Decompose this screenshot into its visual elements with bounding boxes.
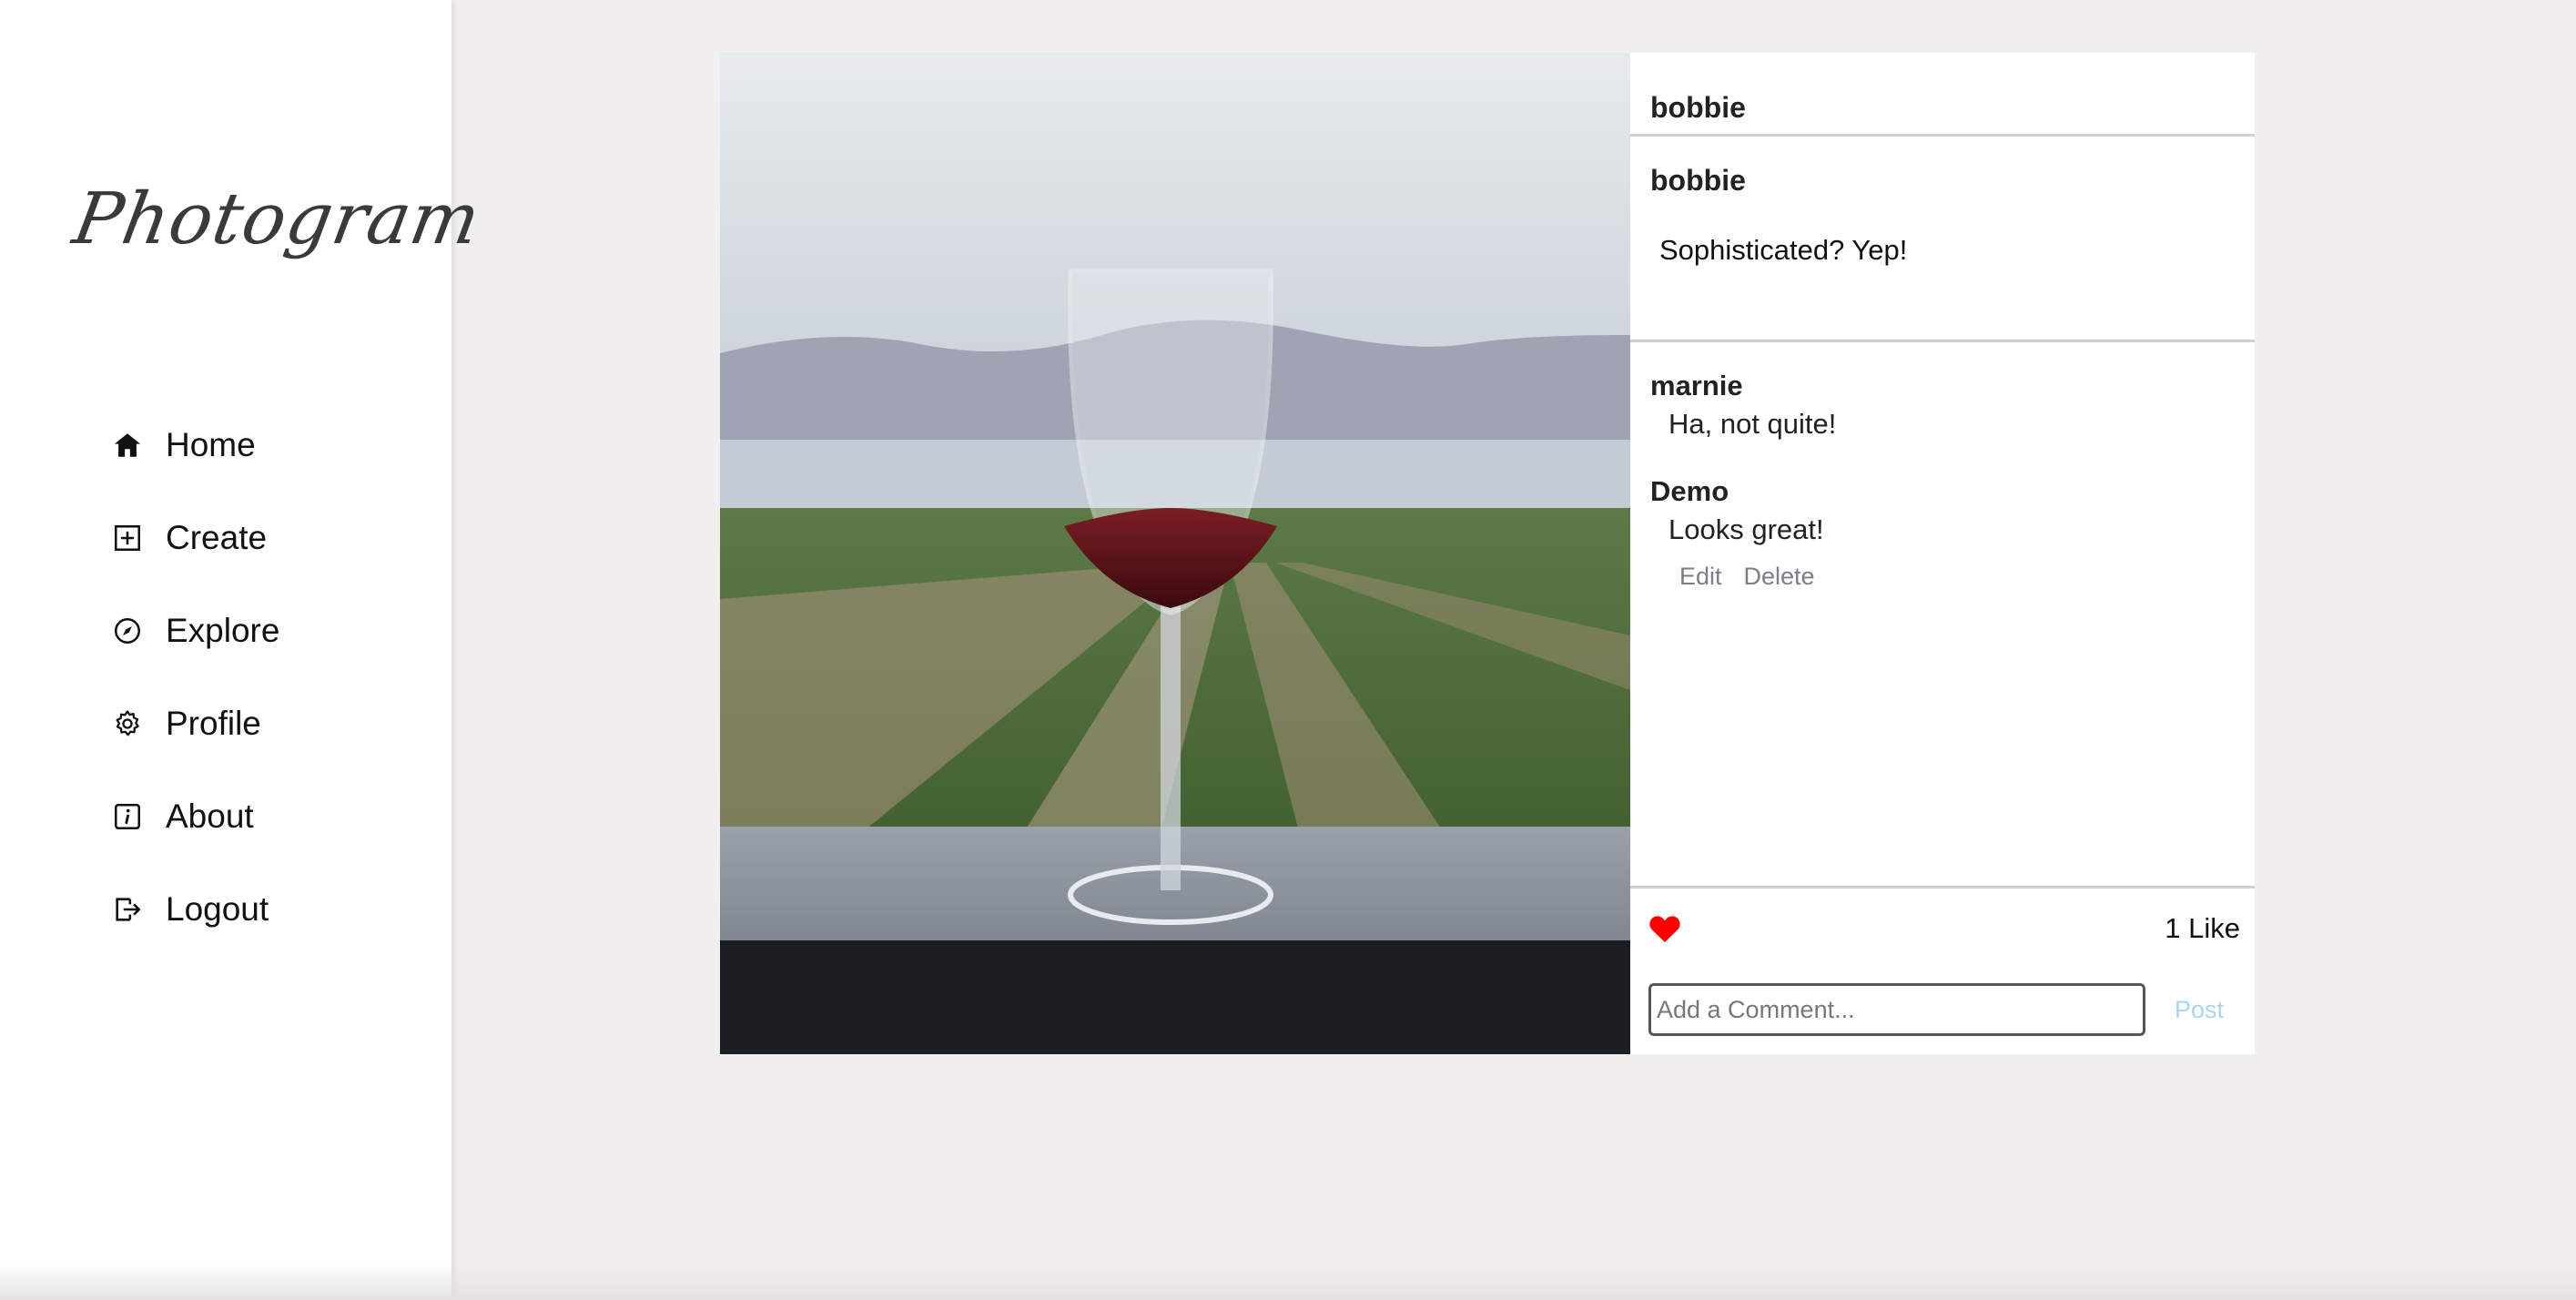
sidebar-item-label: About xyxy=(166,797,254,835)
sidebar-item-create[interactable]: Create xyxy=(111,492,279,584)
comment-text: Looks great! xyxy=(1668,513,1824,545)
sidebar-item-home[interactable]: Home xyxy=(111,399,279,492)
post-author[interactable]: bobbie xyxy=(1650,91,1746,124)
delete-comment-button[interactable]: Delete xyxy=(1744,563,1815,591)
logout-icon xyxy=(111,893,144,926)
sidebar-item-label: Create xyxy=(166,519,268,556)
home-icon xyxy=(111,429,144,462)
sidebar: Photogram Home Create Explore Profile Ab… xyxy=(0,0,487,1300)
post-photo[interactable] xyxy=(720,53,1630,1054)
app-logo[interactable]: Photogram xyxy=(67,178,487,260)
post-detail-panel: bobbie bobbie Sophisticated? Yep! marnie… xyxy=(1630,53,2255,1054)
comment-input[interactable] xyxy=(1648,983,2145,1036)
comment-user[interactable]: Demo xyxy=(1650,475,2235,508)
plus-square-icon xyxy=(111,522,144,554)
likes-count: 1 Like xyxy=(2165,912,2240,944)
likes-row: 1 Like xyxy=(1630,892,2255,965)
sidebar-item-logout[interactable]: Logout xyxy=(111,863,279,956)
comment-form: Post xyxy=(1648,983,2240,1036)
gear-icon xyxy=(111,707,144,740)
caption-author[interactable]: bobbie xyxy=(1650,164,2235,198)
comment-actions: Edit Delete xyxy=(1679,563,2235,591)
post-header: bobbie xyxy=(1630,53,2255,137)
comments-list: marnie Ha, not quite! Demo Looks great! … xyxy=(1630,342,2255,889)
caption-block: bobbie Sophisticated? Yep! xyxy=(1630,137,2255,342)
info-icon xyxy=(111,800,144,833)
sidebar-item-label: Home xyxy=(166,426,256,463)
post-card: bobbie bobbie Sophisticated? Yep! marnie… xyxy=(720,53,2255,1054)
heart-icon[interactable] xyxy=(1648,914,1681,943)
comment-item: Demo Looks great! Edit Delete xyxy=(1650,475,2235,591)
sidebar-item-label: Profile xyxy=(166,705,261,742)
bottom-shadow xyxy=(0,1264,2576,1300)
sidebar-nav: Home Create Explore Profile About Logout xyxy=(111,399,279,956)
sidebar-item-explore[interactable]: Explore xyxy=(111,584,279,677)
caption-text: Sophisticated? Yep! xyxy=(1659,234,1908,266)
sidebar-item-label: Explore xyxy=(166,612,280,649)
comment-user[interactable]: marnie xyxy=(1650,370,2235,402)
post-comment-button[interactable]: Post xyxy=(2175,996,2224,1024)
edit-comment-button[interactable]: Edit xyxy=(1679,563,1722,591)
sidebar-item-label: Logout xyxy=(166,890,269,928)
comment-text: Ha, not quite! xyxy=(1668,408,1837,440)
sidebar-item-profile[interactable]: Profile xyxy=(111,677,279,770)
sidebar-item-about[interactable]: About xyxy=(111,770,279,863)
compass-icon xyxy=(111,614,144,647)
comment-item: marnie Ha, not quite! xyxy=(1650,370,2235,441)
